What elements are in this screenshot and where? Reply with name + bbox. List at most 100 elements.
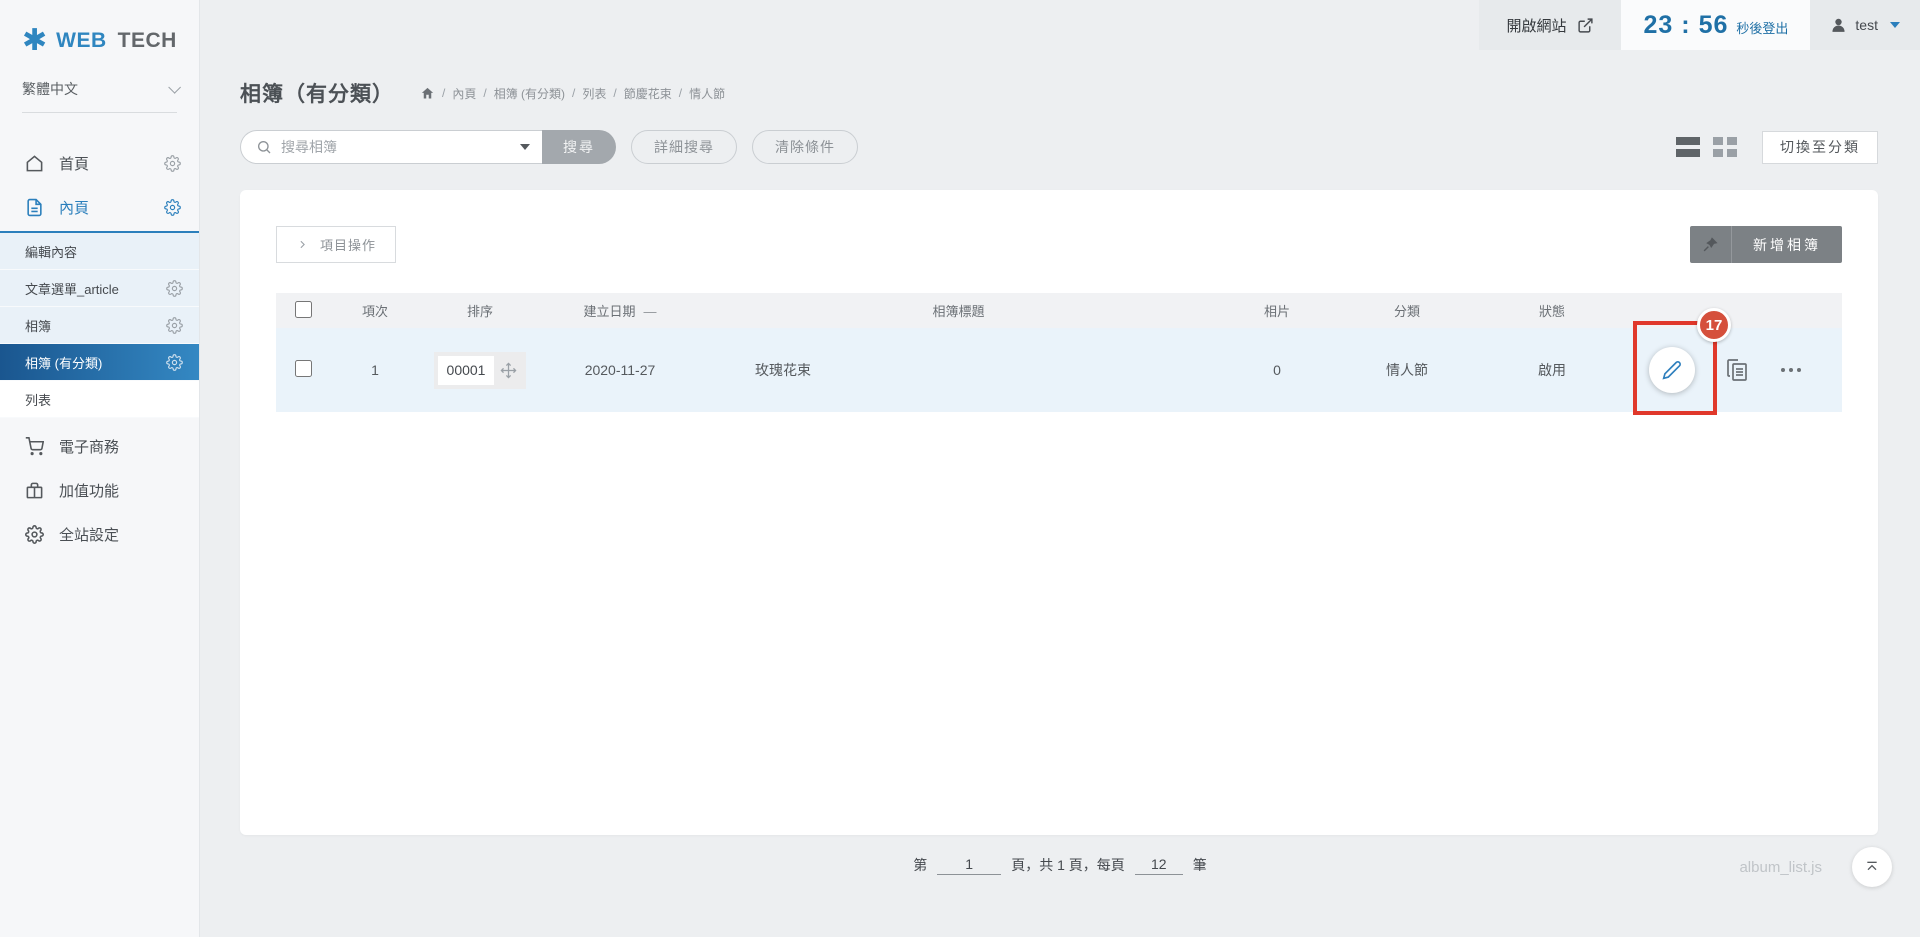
sidebar-item-list[interactable]: 列表 [0, 381, 199, 418]
page-number-input[interactable] [937, 856, 1001, 875]
item-actions-label: 項目操作 [320, 235, 376, 254]
more-actions-button[interactable] [1779, 362, 1803, 378]
submenu-item-label: 編輯內容 [25, 242, 77, 261]
sidebar-item-album-categorized[interactable]: 相簿 (有分類) [0, 344, 199, 381]
breadcrumb: / 內頁 / 相簿 (有分類) / 列表 / 節慶花束 / 情人節 [420, 85, 725, 102]
pencil-icon [1662, 360, 1682, 380]
clear-filters-button[interactable]: 清除條件 [752, 130, 858, 164]
list-view-icon[interactable] [1676, 137, 1700, 157]
footer: 第 頁，共 1 頁，每頁 筆 album_list.js [200, 847, 1920, 895]
pagination-middle: 頁，共 1 頁，每頁 [1011, 855, 1125, 875]
breadcrumb-item[interactable]: 列表 [582, 85, 606, 102]
search-button[interactable]: 搜尋 [542, 130, 616, 164]
language-selector[interactable]: 繁體中文 [22, 79, 177, 113]
per-page-input[interactable] [1135, 856, 1183, 875]
scroll-to-top-button[interactable] [1852, 847, 1892, 887]
cell-category: 情人節 [1337, 328, 1477, 412]
sidebar-item-inner-pages[interactable]: 內頁 [0, 185, 199, 229]
sidebar-item-label: 電子商務 [59, 436, 119, 457]
copy-icon [1725, 358, 1749, 382]
dropdown-caret-icon[interactable] [520, 144, 530, 150]
brand-logo: ✱ WEB TECH [0, 0, 199, 55]
breadcrumb-item[interactable]: 情人節 [689, 85, 725, 102]
gear-icon[interactable] [166, 354, 183, 371]
package-icon [25, 481, 44, 500]
table-header-row: 項次 排序 建立日期— 相簿標題 相片 分類 狀態 [276, 293, 1842, 328]
brand-name-primary: WEB [56, 29, 107, 53]
drag-handle-icon[interactable] [494, 362, 522, 379]
asterisk-icon: ✱ [22, 27, 47, 55]
select-all-checkbox[interactable] [295, 301, 312, 318]
sidebar-lower: 電子商務 加值功能 全站設定 [0, 424, 199, 556]
page-header: 相簿（有分類） / 內頁 / 相簿 (有分類) / 列表 / 節慶花束 / 情人… [240, 78, 1920, 108]
sidebar-submenu: 編輯內容 文章選單_article 相簿 相簿 (有分類) 列表 [0, 231, 199, 418]
search-field [240, 130, 542, 164]
sidebar-item-home[interactable]: 首頁 [0, 141, 199, 185]
topbar: 開啟網站 23 : 56 秒後登出 test [200, 0, 1920, 50]
breadcrumb-separator: / [613, 86, 616, 100]
page-title: 相簿（有分類） [240, 78, 394, 108]
user-menu[interactable]: test [1810, 0, 1920, 50]
sidebar-item-label: 加值功能 [59, 480, 119, 501]
external-link-icon [1577, 17, 1594, 34]
timer-minutes: 23 [1643, 11, 1673, 40]
sidebar-item-ecommerce[interactable]: 電子商務 [0, 424, 199, 468]
chevron-right-icon [296, 238, 309, 251]
header-index: 項次 [330, 293, 420, 328]
sidebar-item-site-settings[interactable]: 全站設定 [0, 512, 199, 556]
cell-created-date: 2020-11-27 [540, 328, 700, 412]
logout-timer: 23 : 56 秒後登出 [1621, 0, 1810, 50]
submenu-item-label: 文章選單_article [25, 279, 119, 298]
row-actions [1627, 347, 1842, 393]
sidebar-item-album[interactable]: 相簿 [0, 307, 199, 344]
sidebar: ✱ WEB TECH 繁體中文 首頁 內頁 編輯內容 [0, 0, 200, 937]
sidebar-item-article-menu[interactable]: 文章選單_article [0, 270, 199, 307]
sort-order-input[interactable] [438, 356, 494, 385]
edit-button[interactable] [1649, 347, 1695, 393]
sidebar-item-label: 內頁 [59, 197, 89, 218]
sidebar-item-addons[interactable]: 加值功能 [0, 468, 199, 512]
add-album-label: 新增相簿 [1732, 226, 1842, 263]
header-photos: 相片 [1217, 293, 1337, 328]
header-date[interactable]: 建立日期— [540, 293, 700, 328]
item-actions-button[interactable]: 項目操作 [276, 226, 396, 263]
pagination-suffix: 筆 [1193, 855, 1207, 875]
switch-to-category-button[interactable]: 切換至分類 [1762, 131, 1878, 164]
breadcrumb-item[interactable]: 相簿 (有分類) [494, 85, 565, 102]
header-order: 排序 [420, 293, 540, 328]
cell-album-title: 玫瑰花束 [700, 328, 1217, 412]
grid-view-icon[interactable] [1713, 137, 1737, 157]
gear-icon[interactable] [166, 280, 183, 297]
submenu-item-label: 列表 [25, 390, 51, 409]
pin-icon[interactable] [1690, 226, 1732, 263]
sidebar-item-label: 全站設定 [59, 524, 119, 545]
gear-icon[interactable] [164, 199, 181, 216]
script-filename: album_list.js [1739, 859, 1822, 876]
home-icon[interactable] [420, 86, 435, 101]
breadcrumb-item[interactable]: 內頁 [452, 85, 476, 102]
sort-order-control [434, 352, 526, 389]
sort-indicator[interactable]: — [644, 304, 657, 319]
row-checkbox[interactable] [295, 360, 312, 377]
breadcrumb-item[interactable]: 節慶花束 [624, 85, 672, 102]
add-album-button[interactable]: 新增相簿 [1690, 226, 1842, 263]
timer-suffix: 秒後登出 [1736, 18, 1788, 37]
chevron-down-icon [168, 81, 181, 94]
advanced-search-button[interactable]: 詳細搜尋 [631, 130, 737, 164]
open-site-label: 開啟網站 [1506, 15, 1566, 36]
username: test [1855, 17, 1878, 33]
search-input[interactable] [281, 139, 511, 155]
main-area: 開啟網站 23 : 56 秒後登出 test 相簿（有分類） / 內頁 / [200, 0, 1920, 937]
app-window: ✱ WEB TECH 繁體中文 首頁 內頁 編輯內容 [0, 0, 1920, 937]
gear-icon[interactable] [166, 317, 183, 334]
duplicate-button[interactable] [1725, 358, 1749, 382]
gear-icon[interactable] [164, 155, 181, 172]
breadcrumb-separator: / [442, 86, 445, 100]
pagination: 第 頁，共 1 頁，每頁 筆 [200, 855, 1920, 875]
open-site-button[interactable]: 開啟網站 [1479, 0, 1621, 50]
gear-icon [25, 525, 44, 544]
sidebar-item-label: 首頁 [59, 153, 89, 174]
panel-toolbar: 項目操作 新增相簿 [276, 226, 1842, 263]
sidebar-item-edit-content[interactable]: 編輯內容 [0, 233, 199, 270]
language-label: 繁體中文 [22, 79, 78, 99]
